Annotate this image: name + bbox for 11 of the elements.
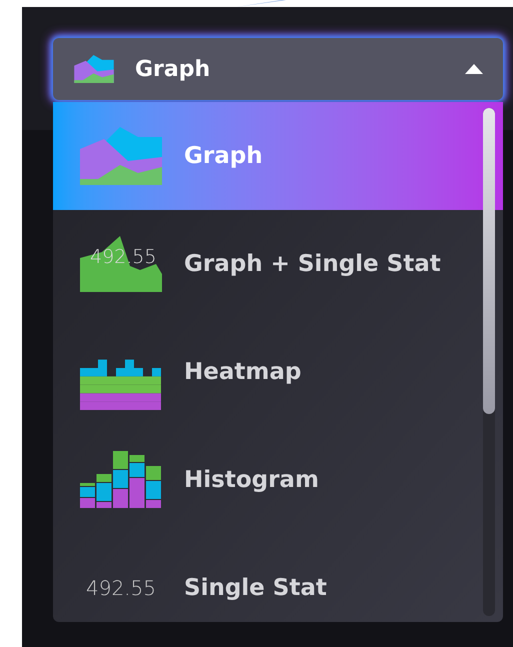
visualization-dropdown[interactable]: Graph — [53, 38, 503, 100]
area-chart-icon — [73, 55, 115, 83]
menu-option[interactable]: 492.55 Single Stat — [53, 534, 503, 622]
stat-value: 492.55 — [85, 575, 157, 602]
caret-icon — [465, 64, 483, 74]
area-chart-icon — [80, 127, 162, 185]
menu-option[interactable]: Histogram — [53, 426, 503, 534]
callout-arrow-icon — [236, 0, 286, 8]
menu-option[interactable]: Heatmap — [53, 318, 503, 426]
histogram-icon — [80, 451, 162, 509]
scrollbar-thumb[interactable] — [483, 108, 495, 414]
